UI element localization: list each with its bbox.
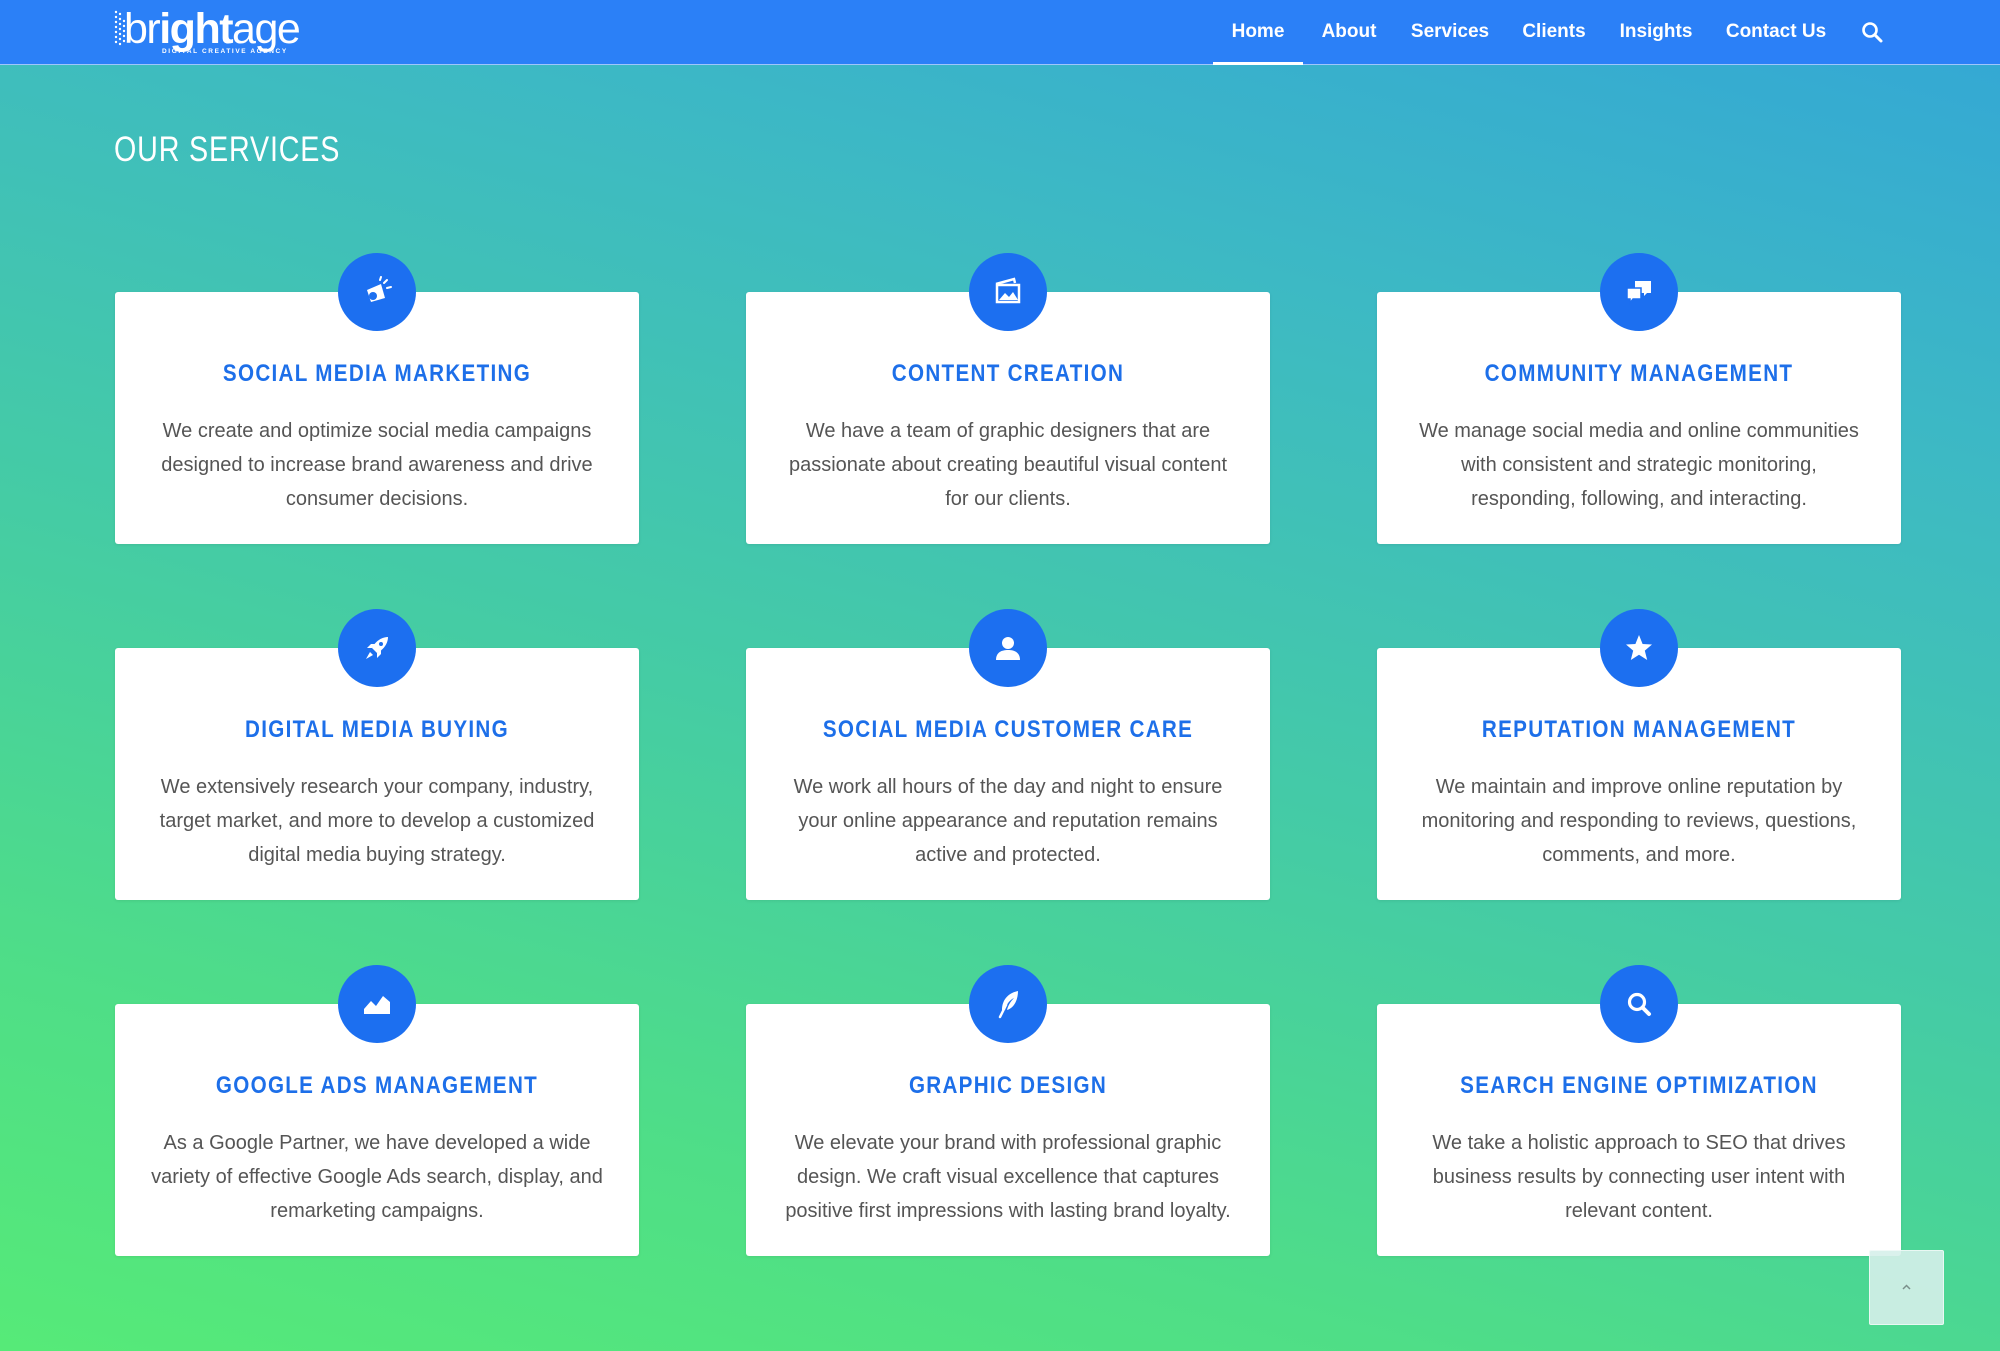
logo-wordmark: brightage xyxy=(124,5,301,53)
nav-item-about[interactable]: About xyxy=(1316,0,1382,64)
service-description: We work all hours of the day and night t… xyxy=(793,776,1223,866)
service-description: We extensively research your company, in… xyxy=(159,776,595,866)
service-title: REPUTATION MANAGEMENT xyxy=(1481,716,1797,743)
service-title: DIGITAL MEDIA BUYING xyxy=(245,716,509,743)
nav-item-services[interactable]: Services xyxy=(1408,0,1492,64)
scroll-to-top-button[interactable] xyxy=(1869,1250,1944,1325)
service-description: We have a team of graphic designers that… xyxy=(788,420,1228,510)
star-icon xyxy=(1600,609,1678,687)
service-title: CONTENT CREATION xyxy=(891,360,1125,387)
service-description: We maintain and improve online reputatio… xyxy=(1421,776,1857,866)
nav-item-contact-us[interactable]: Contact Us xyxy=(1724,0,1828,64)
megaphone-icon xyxy=(338,253,416,331)
area-chart-icon xyxy=(338,965,416,1043)
nav-item-home[interactable]: Home xyxy=(1213,0,1303,65)
chat-bubbles-icon xyxy=(1600,253,1678,331)
chevron-up-icon xyxy=(1902,1284,1911,1290)
image-icon xyxy=(969,253,1047,331)
service-description: We take a holistic approach to SEO that … xyxy=(1432,1132,1846,1222)
site-header: brightage DIGITAL CREATIVE AGENCY Home A… xyxy=(0,0,2000,65)
search-icon[interactable] xyxy=(1860,20,1884,44)
service-title: SEARCH ENGINE OPTIMIZATION xyxy=(1460,1072,1818,1099)
service-title: GRAPHIC DESIGN xyxy=(908,1072,1108,1099)
logo-tagline: DIGITAL CREATIVE AGENCY xyxy=(162,48,288,55)
nav-item-clients[interactable]: Clients xyxy=(1520,0,1588,64)
service-description: We create and optimize social media camp… xyxy=(161,420,593,510)
service-description: We elevate your brand with professional … xyxy=(785,1132,1231,1222)
section-title: OUR SERVICES xyxy=(114,130,341,169)
service-title: SOCIAL MEDIA MARKETING xyxy=(222,360,532,387)
feather-icon xyxy=(969,965,1047,1043)
user-icon xyxy=(969,609,1047,687)
service-description: As a Google Partner, we have developed a… xyxy=(151,1132,603,1222)
nav-item-insights[interactable]: Insights xyxy=(1618,0,1694,64)
brand-logo[interactable]: brightage DIGITAL CREATIVE AGENCY xyxy=(114,5,304,58)
service-title: GOOGLE ADS MANAGEMENT xyxy=(215,1072,539,1099)
service-title: COMMUNITY MANAGEMENT xyxy=(1484,360,1794,387)
service-title: SOCIAL MEDIA CUSTOMER CARE xyxy=(822,716,1194,743)
service-description: We manage social media and online commun… xyxy=(1419,420,1859,510)
search-icon xyxy=(1600,965,1678,1043)
rocket-icon xyxy=(338,609,416,687)
